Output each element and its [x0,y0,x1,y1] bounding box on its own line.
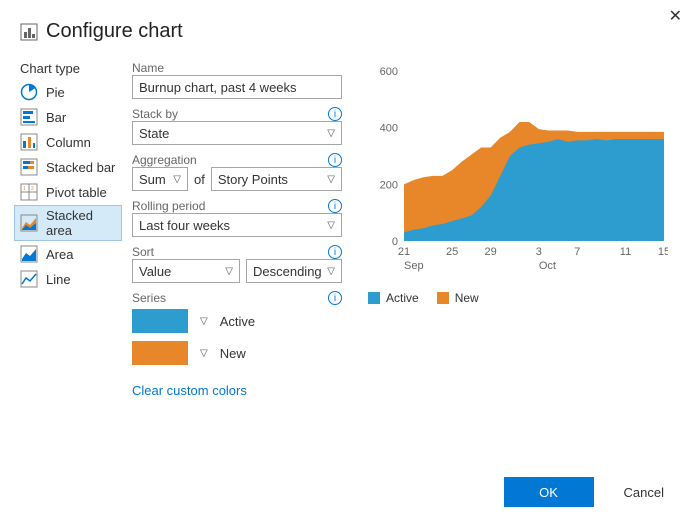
aggregation-select[interactable]: Sum▽ [132,167,188,191]
chart-type-stacked-area[interactable]: Stacked area [14,205,122,241]
line-icon [20,270,38,288]
aggregation-field-select[interactable]: Story Points▽ [211,167,342,191]
stackby-label: Stack by [132,107,178,121]
dialog-title: Configure chart [46,20,183,43]
chart-type-label: Chart type [14,61,122,76]
chart-logo-icon [20,23,38,41]
chart-type-label: Column [46,135,91,150]
chart-type-label: Line [46,272,71,287]
sort-by-select[interactable]: Value▽ [132,259,240,283]
rolling-label: Rolling period [132,199,205,213]
svg-text:25: 25 [446,246,458,258]
rolling-select[interactable]: Last four weeks▽ [132,213,342,237]
chart-type-label: Pivot table [46,185,107,200]
legend-item: New [437,291,479,305]
stacked-bar-icon [20,158,38,176]
legend-label: New [455,291,479,305]
legend-label: Active [386,291,419,305]
chart-type-bar[interactable]: Bar [14,105,122,129]
name-label: Name [132,61,342,75]
chevron-down-icon: ▽ [327,128,335,139]
chart-type-stacked-bar[interactable]: Stacked bar [14,155,122,179]
legend-item: Active [368,291,419,305]
chevron-down-icon: ▽ [327,220,335,231]
pivot-table-icon: 12 [20,183,38,201]
svg-text:29: 29 [485,246,497,258]
info-icon[interactable]: i [328,153,342,167]
svg-text:7: 7 [574,246,580,258]
sort-label: Sort [132,245,154,259]
chart-type-pivot-table[interactable]: 12 Pivot table [14,180,122,204]
chart-type-label: Area [46,247,73,262]
chart-type-line[interactable]: Line [14,267,122,291]
series-item: ▽ New [132,341,342,365]
series-name: New [220,346,246,361]
name-input[interactable]: Burnup chart, past 4 weeks [132,75,342,99]
stacked-area-icon [20,214,38,232]
svg-text:1: 1 [23,186,26,192]
info-icon[interactable]: i [328,291,342,305]
svg-text:3: 3 [536,246,542,258]
svg-text:Oct: Oct [539,260,556,272]
svg-text:11: 11 [620,246,631,258]
bar-icon [20,108,38,126]
chevron-down-icon: ▽ [327,174,335,185]
svg-text:21: 21 [398,246,410,258]
series-name: Active [220,314,255,329]
stackby-select[interactable]: State▽ [132,121,342,145]
svg-text:Sep: Sep [404,260,424,272]
series-swatch[interactable] [132,341,188,365]
info-icon[interactable]: i [328,199,342,213]
aggregation-label: Aggregation [132,153,197,167]
chevron-down-icon: ▽ [327,266,335,277]
chevron-down-icon[interactable]: ▽ [200,348,208,359]
chart-type-label: Stacked area [46,208,116,238]
svg-text:15: 15 [658,246,668,258]
chart-type-label: Stacked bar [46,160,115,175]
sort-dir-select[interactable]: Descending▽ [246,259,342,283]
chart-type-label: Bar [46,110,66,125]
series-label: Series [132,291,166,305]
legend-swatch [368,292,380,304]
svg-text:200: 200 [380,179,398,191]
column-icon [20,133,38,151]
info-icon[interactable]: i [328,245,342,259]
svg-text:600: 600 [380,66,398,78]
chevron-down-icon: ▽ [225,266,233,277]
chart-type-pie[interactable]: Pie [14,80,122,104]
chart-type-column[interactable]: Column [14,130,122,154]
series-item: ▽ Active [132,309,342,333]
info-icon[interactable]: i [328,107,342,121]
pie-icon [20,83,38,101]
series-swatch[interactable] [132,309,188,333]
svg-text:2: 2 [31,186,34,192]
chart-preview: 0200400600212529371115SepOct ActiveNew [352,61,674,398]
chevron-down-icon: ▽ [173,174,181,185]
fields-column: Name Burnup chart, past 4 weeks Stack by… [132,61,342,398]
svg-text:400: 400 [380,123,398,135]
legend-swatch [437,292,449,304]
of-label: of [194,172,205,187]
cancel-button[interactable]: Cancel [618,484,670,501]
chart-type-area[interactable]: Area [14,242,122,266]
chart-type-label: Pie [46,85,65,100]
area-icon [20,245,38,263]
chart-type-sidebar: Chart type Pie Bar Column Stacked bar 12 Pivo… [14,61,122,398]
chevron-down-icon[interactable]: ▽ [200,316,208,327]
ok-button[interactable]: OK [504,477,594,507]
close-icon[interactable]: ✕ [669,6,682,26]
clear-colors-link[interactable]: Clear custom colors [132,383,342,398]
